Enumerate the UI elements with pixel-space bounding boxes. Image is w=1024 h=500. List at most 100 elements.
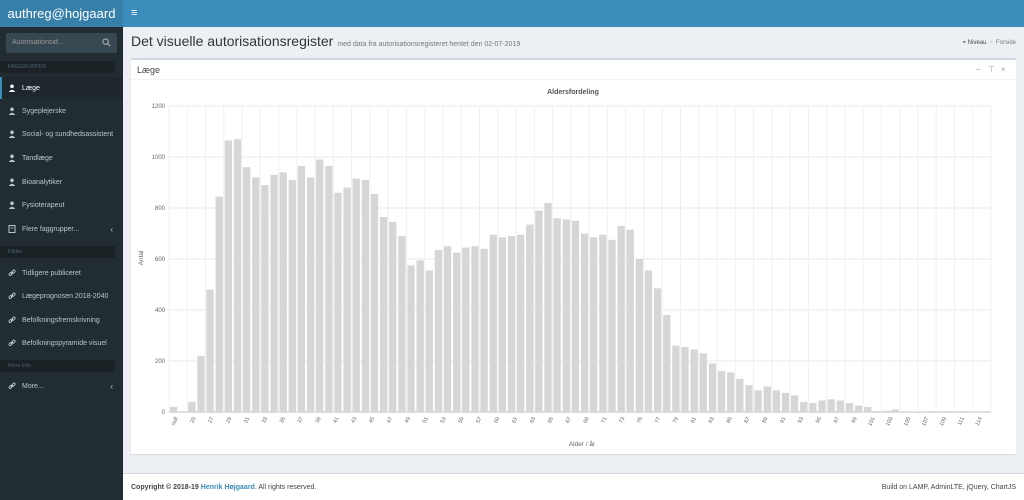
chart-bar[interactable] <box>608 239 616 412</box>
chart-bar[interactable] <box>745 385 753 412</box>
chart-bar[interactable] <box>690 349 698 412</box>
chart-bar[interactable] <box>398 236 406 412</box>
chart-bar[interactable] <box>434 250 443 412</box>
chart-bar[interactable] <box>590 237 598 412</box>
chart-bar[interactable] <box>882 410 890 412</box>
chart-bar[interactable] <box>663 315 671 412</box>
hamburger-icon[interactable]: ≡ <box>131 7 143 19</box>
chart-bar[interactable] <box>261 185 269 412</box>
chart-bar[interactable] <box>891 409 899 412</box>
search-icon[interactable] <box>102 38 111 47</box>
sidebar-item-sygeplejerske[interactable]: Sygeplejerske <box>0 100 123 122</box>
chart-bar[interactable] <box>471 246 479 412</box>
chart-bar[interactable] <box>717 371 726 412</box>
chart-bar[interactable] <box>900 411 908 412</box>
chart-bar[interactable] <box>297 165 306 412</box>
chart-bar[interactable] <box>169 406 178 412</box>
chart-bar[interactable] <box>918 411 927 412</box>
chart-bar[interactable] <box>836 400 844 412</box>
chart-bar[interactable] <box>215 196 223 412</box>
sidebar-item-fysioterapeut[interactable]: Fysioterapeut <box>0 194 123 216</box>
search-input[interactable]: Autorisationsid... <box>6 33 117 53</box>
sidebar-item-befolkningsfremskrivning[interactable]: Befolkningsfremskrivning <box>0 309 123 331</box>
chart-bar[interactable] <box>781 392 790 412</box>
chart-bar[interactable] <box>197 355 205 412</box>
chart-bar[interactable] <box>681 346 689 412</box>
chart-bar[interactable] <box>407 265 415 412</box>
chart-bar[interactable] <box>580 233 589 413</box>
chart-bar[interactable] <box>306 177 315 412</box>
chart-bar[interactable] <box>909 411 918 412</box>
sidebar-item-flere-faggrupper[interactable]: Flere faggrupper... ‹ <box>0 218 123 240</box>
chart-bar[interactable] <box>224 140 233 413</box>
chart-bar[interactable] <box>854 405 863 412</box>
chart-bar[interactable] <box>772 390 781 412</box>
chart-bar[interactable] <box>370 193 379 412</box>
app-logo[interactable]: authreg@hojgaard <box>0 0 123 27</box>
chart-bar[interactable] <box>233 139 242 412</box>
chart-bar[interactable] <box>535 210 543 412</box>
chart-bar[interactable] <box>818 400 826 412</box>
chart-bar[interactable] <box>599 234 607 412</box>
chart-bar[interactable] <box>754 390 762 412</box>
chart-bar[interactable] <box>206 289 214 412</box>
chart-bar[interactable] <box>334 192 342 412</box>
chart-bar[interactable] <box>188 401 196 412</box>
chart-bar[interactable] <box>279 172 287 412</box>
chart-bar[interactable] <box>316 159 324 412</box>
chart-bar[interactable] <box>571 220 580 412</box>
chart-bar[interactable] <box>653 288 662 412</box>
user-icon <box>8 130 16 138</box>
chart-bar[interactable] <box>462 247 470 412</box>
chart-bar[interactable] <box>708 363 717 412</box>
chart-bar[interactable] <box>288 179 296 412</box>
chart-bar[interactable] <box>507 236 516 412</box>
chart-bar[interactable] <box>736 378 744 412</box>
chart-bar[interactable] <box>553 218 561 412</box>
chart-bar[interactable] <box>864 406 872 412</box>
sidebar-item-laegeprognosen[interactable]: Lægeprognosen 2018-2040 <box>0 285 123 307</box>
chart-bar[interactable] <box>672 345 680 412</box>
chart-bar[interactable] <box>270 174 278 412</box>
chart-bar[interactable] <box>343 187 351 412</box>
sidebar-item-tandlaege[interactable]: Tandlæge <box>0 147 123 169</box>
chart-bar[interactable] <box>790 395 799 412</box>
chart-bar[interactable] <box>635 259 644 412</box>
chart-bar[interactable] <box>516 234 525 412</box>
sidebar-item-tidligere-publiceret[interactable]: Tidligere publiceret <box>0 262 123 284</box>
sidebar-item-laege[interactable]: Læge <box>0 77 123 99</box>
chart-bar[interactable] <box>443 246 452 412</box>
chart-bar[interactable] <box>453 252 461 412</box>
sidebar-item-more[interactable]: More... ‹ <box>0 375 123 397</box>
chart-bar[interactable] <box>480 248 488 412</box>
chart-bar[interactable] <box>252 177 260 412</box>
chart-bar[interactable] <box>763 386 771 413</box>
chart-bar[interactable] <box>389 222 397 412</box>
chart-bar[interactable] <box>379 216 388 412</box>
chart-bar[interactable] <box>416 260 424 412</box>
chart-bar[interactable] <box>325 165 333 412</box>
chart-bar[interactable] <box>498 237 507 412</box>
chart-bar[interactable] <box>626 229 634 412</box>
chart-bar[interactable] <box>617 225 625 412</box>
chart-bar[interactable] <box>526 224 534 412</box>
chart-bar[interactable] <box>544 202 552 412</box>
chart-bar[interactable] <box>425 270 433 412</box>
chart-bar[interactable] <box>809 403 817 412</box>
chart-bar[interactable] <box>562 219 570 412</box>
chart-bar[interactable] <box>827 399 835 412</box>
breadcrumb-home[interactable]: Niveau <box>968 40 987 46</box>
sidebar-item-befolkningspyramide[interactable]: Befolkningspyramide visuel <box>0 332 123 354</box>
sidebar-item-social-sundhedsassistent[interactable]: Social- og sundhedsassistent <box>0 123 123 145</box>
chart-bar[interactable] <box>727 372 735 412</box>
sidebar-item-bioanalytiker[interactable]: Bioanalytiker <box>0 171 123 193</box>
chart-bar[interactable] <box>352 178 360 412</box>
chart-bar[interactable] <box>800 401 808 412</box>
author-link[interactable]: Henrik Højgaard <box>201 484 255 491</box>
chart-bar[interactable] <box>242 167 251 412</box>
chart-bar[interactable] <box>489 234 497 412</box>
chart-bar[interactable] <box>699 353 707 412</box>
chart-bar[interactable] <box>644 270 653 412</box>
chart-bar[interactable] <box>845 403 854 412</box>
chart-bar[interactable] <box>361 179 370 412</box>
